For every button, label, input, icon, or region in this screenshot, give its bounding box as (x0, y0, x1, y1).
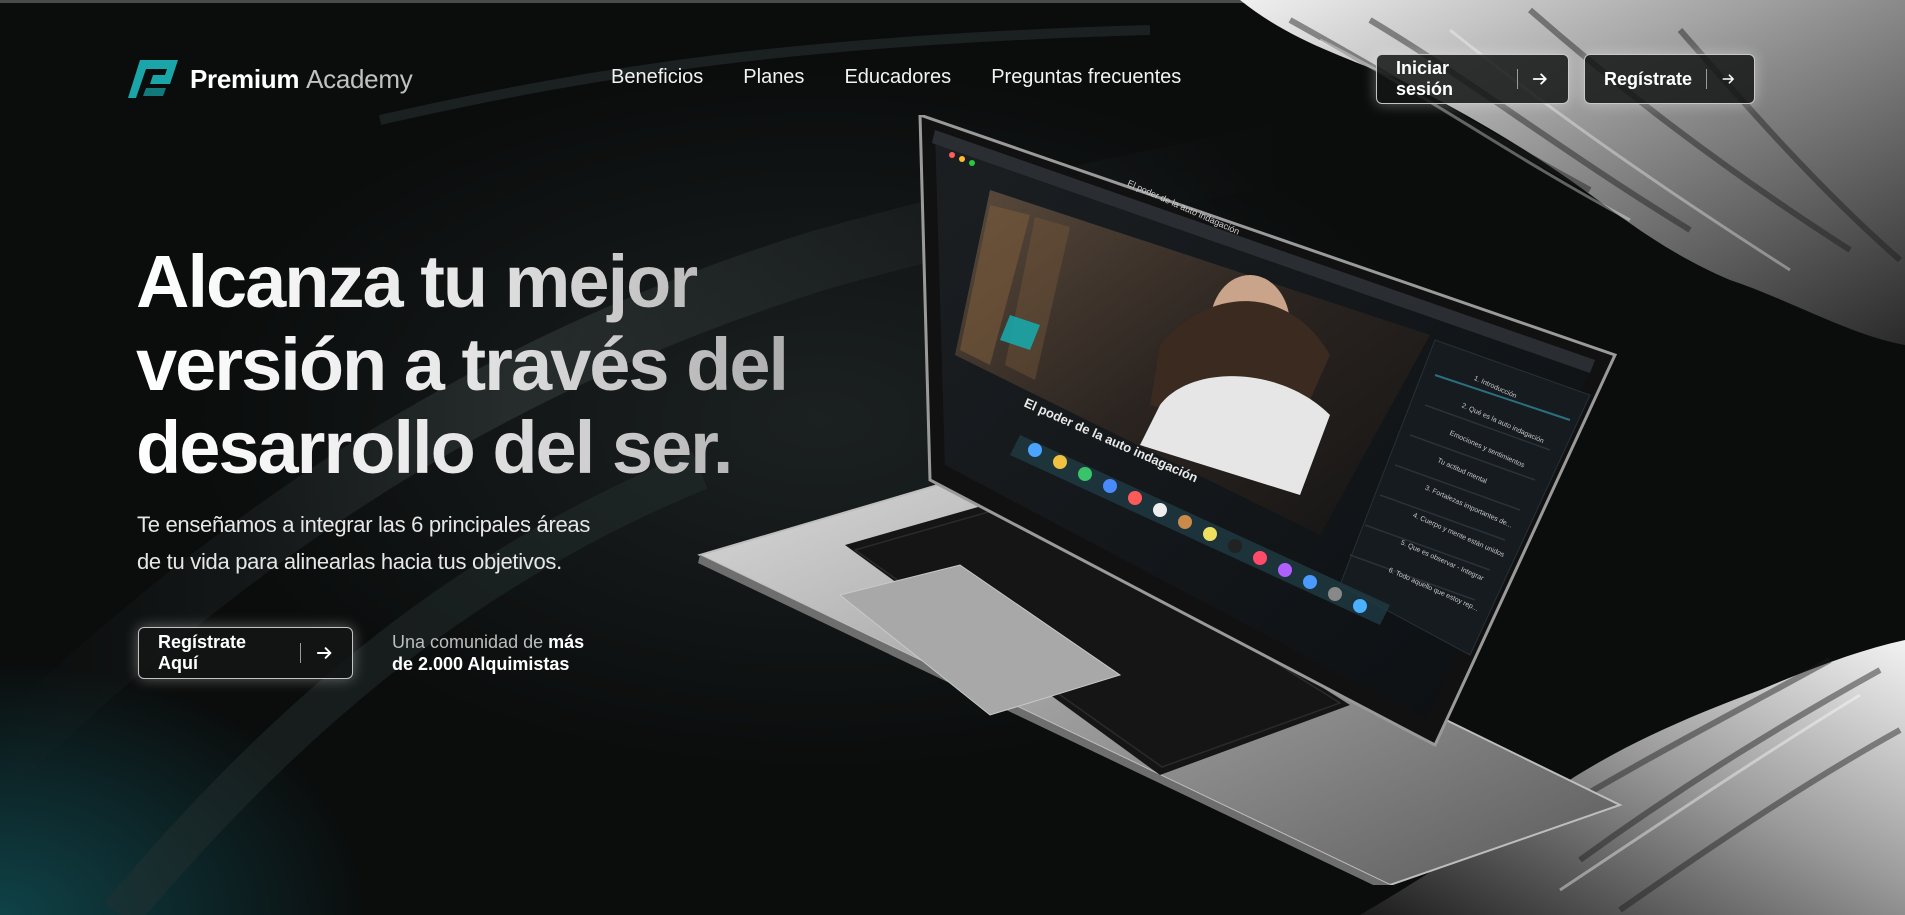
nav-item-beneficios[interactable]: Beneficios (611, 66, 703, 89)
login-button[interactable]: Iniciar sesión (1376, 54, 1569, 104)
community-strong-2: de 2.000 Alquimistas (392, 654, 570, 674)
register-here-label: Regístrate Aquí (158, 632, 247, 673)
button-separator (299, 643, 301, 663)
brand-logo[interactable]: Premium Academy (126, 58, 413, 100)
community-prefix: Una comunidad de (392, 632, 544, 652)
main-nav: Beneficios Planes Educadores Preguntas f… (611, 66, 1181, 89)
brand-name-primary: Premium (190, 63, 300, 94)
nav-item-faq[interactable]: Preguntas frecuentes (991, 66, 1181, 89)
arrow-right-icon (1722, 74, 1734, 84)
hero-subtitle-line: de tu vida para alinearlas hacia tus obj… (137, 549, 562, 574)
nav-item-planes[interactable]: Planes (743, 66, 804, 89)
login-button-label: Iniciar sesión (1396, 58, 1454, 99)
brand-name-secondary: Academy (306, 63, 413, 94)
arrow-right-icon (1533, 73, 1548, 85)
logo-mark-icon (128, 60, 178, 98)
register-here-button[interactable]: Regístrate Aquí (138, 627, 353, 679)
community-text: Una comunidad de más de 2.000 Alquimista… (392, 631, 612, 675)
community-strong-1: más (548, 632, 585, 652)
brand-name: Premium Academy (190, 63, 413, 95)
landing-page: Premium Academy Beneficios Planes Educad… (0, 0, 1905, 915)
arrow-right-icon (316, 647, 332, 659)
nav-item-educadores[interactable]: Educadores (844, 66, 951, 89)
hero-subtitle-line: Te enseñamos a integrar las 6 principale… (137, 512, 591, 537)
hero-subtitle: Te enseñamos a integrar las 6 principale… (137, 506, 657, 580)
register-button[interactable]: Regístrate (1584, 54, 1755, 104)
register-button-label: Regístrate (1604, 68, 1693, 89)
button-separator (1516, 69, 1518, 89)
button-separator (1706, 69, 1707, 89)
